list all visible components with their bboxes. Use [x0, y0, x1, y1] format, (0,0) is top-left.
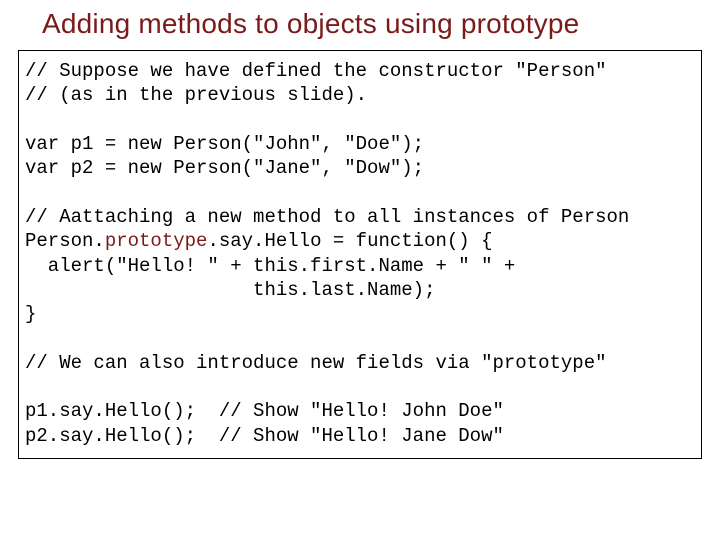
code-line: } — [25, 303, 36, 325]
code-line-part: Person. — [25, 230, 105, 252]
slide: Adding methods to objects using prototyp… — [0, 0, 720, 540]
code-line: // Aattaching a new method to all instan… — [25, 206, 629, 228]
code-line: var p1 = new Person("John", "Doe"); — [25, 133, 424, 155]
code-line: p2.say.Hello(); // Show "Hello! Jane Dow… — [25, 425, 504, 447]
slide-title: Adding methods to objects using prototyp… — [42, 8, 702, 40]
keyword-prototype: prototype — [105, 230, 208, 252]
code-line: // Suppose we have defined the construct… — [25, 60, 607, 82]
code-line: alert("Hello! " + this.first.Name + " " … — [25, 255, 515, 277]
code-line: // We can also introduce new fields via … — [25, 352, 607, 374]
code-line: var p2 = new Person("Jane", "Dow"); — [25, 157, 424, 179]
code-line: // (as in the previous slide). — [25, 84, 367, 106]
code-line: p1.say.Hello(); // Show "Hello! John Doe… — [25, 400, 504, 422]
code-line: this.last.Name); — [25, 279, 435, 301]
code-line-part: .say.Hello = function() { — [207, 230, 492, 252]
code-block: // Suppose we have defined the construct… — [18, 50, 702, 459]
